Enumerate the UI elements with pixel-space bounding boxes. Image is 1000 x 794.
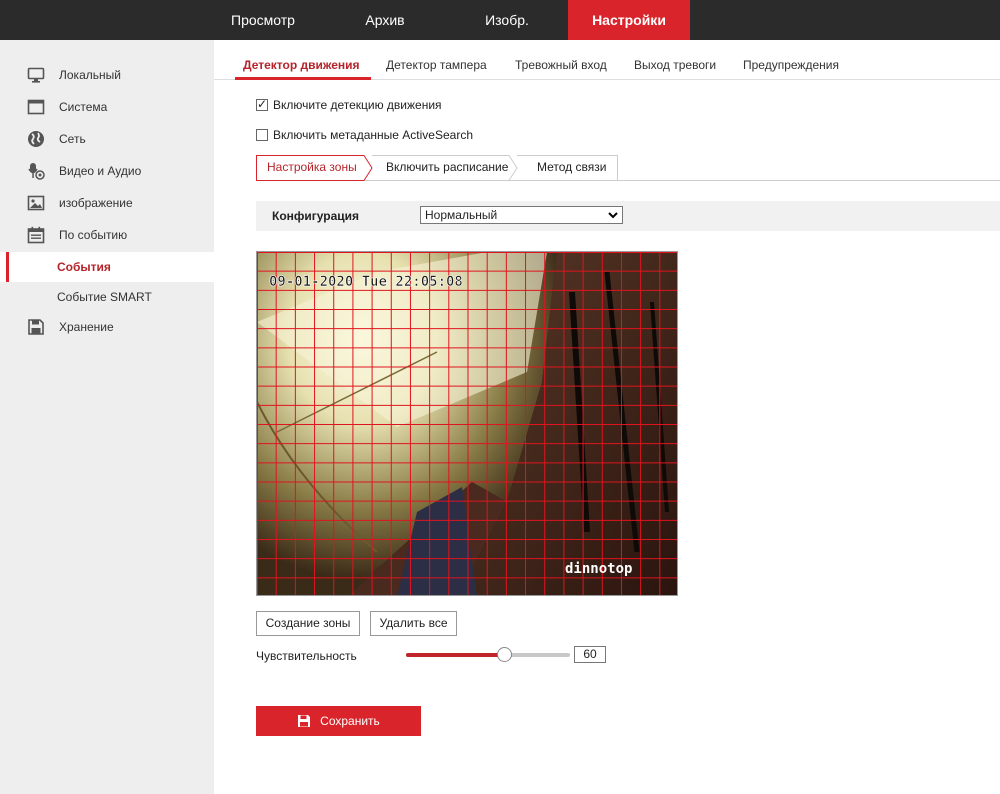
top-nav-playback[interactable]: Архив — [324, 0, 446, 40]
sidebar-item-smart-event[interactable]: Событие SMART — [0, 282, 214, 312]
sidebar-item-label: изображение — [59, 196, 133, 210]
floppy-disk-icon — [298, 715, 311, 727]
sidebar-item-label: События — [57, 260, 111, 274]
configuration-row: Конфигурация Нормальный — [256, 201, 1000, 231]
tab-alarm-output[interactable]: Выход тревоги — [634, 58, 716, 72]
sidebar-item-label: Событие SMART — [57, 290, 152, 304]
sensitivity-slider-fill — [406, 653, 504, 657]
configuration-selected-value: Нормальный — [425, 208, 498, 222]
sidebar-item-network[interactable]: Сеть — [0, 124, 214, 154]
sidebar-item-label: Локальный — [59, 68, 121, 82]
sensitivity-slider[interactable] — [406, 647, 570, 662]
sidebar-item-event[interactable]: По событию — [0, 220, 214, 250]
video-preview[interactable]: 09-01-2020 Tue 22:05:08 dinnotop — [256, 251, 678, 596]
configuration-select[interactable]: Нормальный — [420, 206, 623, 224]
sensitivity-slider-handle[interactable] — [497, 647, 512, 662]
tab-linkage-method[interactable]: Метод связи — [537, 155, 606, 181]
floppy-disk-icon — [27, 318, 45, 336]
sidebar-item-label: По событию — [59, 228, 128, 242]
save-button[interactable]: Сохранить — [256, 706, 421, 736]
sub-tabs: Настройка зоны Включить расписание Метод… — [256, 155, 1000, 181]
sidebar-item-label: Хранение — [59, 320, 114, 334]
camera-frame: 09-01-2020 Tue 22:05:08 dinnotop — [257, 252, 677, 595]
monitor-icon — [27, 66, 45, 84]
sensitivity-label: Чувствительность — [256, 649, 357, 663]
enable-metadata-label: Включить метаданные ActiveSearch — [273, 128, 473, 142]
top-bar: Просмотр Архив Изобр. Настройки — [0, 0, 1000, 40]
top-nav-picture[interactable]: Изобр. — [446, 0, 568, 40]
sidebar-item-system[interactable]: Система — [0, 92, 214, 122]
tab-area-settings[interactable]: Настройка зоны — [267, 155, 357, 181]
chevron-down-icon — [606, 207, 620, 223]
sensitivity-value-field[interactable]: 60 — [574, 646, 606, 663]
window-icon — [27, 98, 45, 116]
enable-metadata-checkbox[interactable] — [256, 129, 268, 141]
tab-motion-detection[interactable]: Детектор движения — [243, 58, 360, 72]
sidebar-item-image[interactable]: изображение — [0, 188, 214, 218]
sidebar-item-storage[interactable]: Хранение — [0, 312, 214, 342]
calendar-icon — [27, 226, 45, 244]
sidebar: Локальный Система Сеть Видео и Аудио изо… — [0, 40, 214, 794]
create-zone-button[interactable]: Создание зоны — [256, 611, 360, 636]
tab-alarm-input[interactable]: Тревожный вход — [515, 58, 607, 72]
enable-motion-checkbox[interactable] — [256, 97, 268, 111]
sidebar-item-local[interactable]: Локальный — [0, 60, 214, 90]
top-nav: Просмотр Архив Изобр. Настройки — [202, 0, 690, 40]
sidebar-item-label: Сеть — [59, 132, 86, 146]
tab-exception[interactable]: Предупреждения — [743, 58, 839, 72]
sidebar-item-label: Видео и Аудио — [59, 164, 142, 178]
enable-metadata-row: Включить метаданные ActiveSearch — [256, 128, 473, 142]
enable-motion-label: Включите детекцию движения — [273, 98, 442, 112]
main-tabs: Детектор движения Детектор тампера Трево… — [214, 40, 1000, 80]
tab-video-tampering[interactable]: Детектор тампера — [386, 58, 487, 72]
configuration-label: Конфигурация — [272, 209, 360, 223]
microphone-icon — [27, 162, 45, 180]
osd-timestamp: 09-01-2020 Tue 22:05:08 — [269, 274, 463, 290]
sidebar-item-basic-event[interactable]: События — [0, 252, 214, 282]
osd-watermark: dinnotop — [565, 561, 632, 577]
sidebar-item-video-audio[interactable]: Видео и Аудио — [0, 156, 214, 186]
top-nav-live-view[interactable]: Просмотр — [202, 0, 324, 40]
tab-arming-schedule[interactable]: Включить расписание — [386, 155, 508, 181]
image-icon — [27, 194, 45, 212]
top-nav-configuration[interactable]: Настройки — [568, 0, 690, 40]
delete-all-button[interactable]: Удалить все — [370, 611, 457, 636]
enable-motion-row: Включите детекцию движения — [256, 97, 442, 112]
globe-icon — [27, 130, 45, 148]
active-tab-underline — [235, 77, 371, 80]
sidebar-item-label: Система — [59, 100, 108, 114]
save-button-label: Сохранить — [320, 714, 380, 728]
